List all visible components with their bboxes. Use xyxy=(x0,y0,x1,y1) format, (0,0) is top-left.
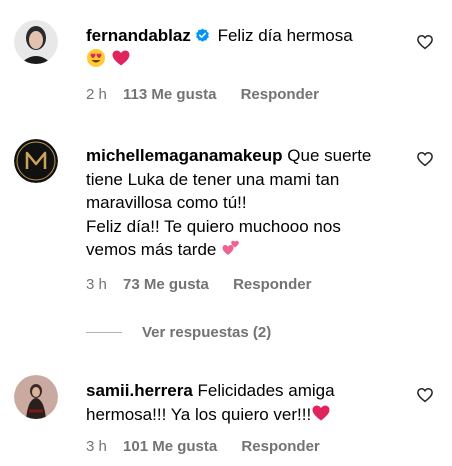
likes-count[interactable]: 73 Me gusta xyxy=(123,276,209,293)
timestamp[interactable]: 2 h xyxy=(86,86,107,103)
view-replies-label: Ver respuestas (2) xyxy=(142,323,272,341)
comment-meta: 2 h 113 Me gusta Responder xyxy=(86,86,319,103)
red-heart-emoji xyxy=(311,403,331,430)
likes-count[interactable]: 101 Me gusta xyxy=(123,438,217,455)
reply-button[interactable]: Responder xyxy=(241,438,319,455)
timestamp[interactable]: 3 h xyxy=(86,438,107,455)
username[interactable]: fernandablaz xyxy=(86,26,191,45)
avatar[interactable] xyxy=(14,139,58,183)
comment-text: maravillosa como tú!! xyxy=(86,193,247,212)
view-replies-button[interactable]: Ver respuestas (2) xyxy=(86,322,271,342)
comment-text: hermosa!!! Ya los quiero ver!!! xyxy=(86,404,312,424)
reply-button[interactable]: Responder xyxy=(233,276,311,293)
likes-count[interactable]: 113 Me gusta xyxy=(123,86,216,103)
reply-button[interactable]: Responder xyxy=(241,86,319,103)
comment-text: Felicidades amiga xyxy=(197,381,335,400)
comment-text: Feliz día hermosa xyxy=(217,26,353,45)
comment-body: samii.herrera Felicidades amiga hermosa!… xyxy=(86,379,402,429)
comment-body: fernandablaz Feliz día hermosa xyxy=(86,24,402,74)
username[interactable]: samii.herrera xyxy=(86,381,193,400)
like-heart-icon[interactable] xyxy=(416,33,434,51)
like-heart-icon[interactable] xyxy=(416,386,434,404)
comment-body: michellemaganamakeup Que suerte tiene Lu… xyxy=(86,144,402,265)
red-heart-emoji xyxy=(111,48,131,75)
heart-eyes-emoji xyxy=(86,48,106,75)
avatar[interactable] xyxy=(14,20,58,64)
verified-badge-icon xyxy=(195,28,210,43)
like-heart-icon[interactable] xyxy=(416,150,434,168)
comment-text: vemos más tarde xyxy=(86,240,217,259)
username[interactable]: michellemaganamakeup xyxy=(86,146,283,165)
avatar[interactable] xyxy=(14,375,58,419)
comment-meta: 3 h 73 Me gusta Responder xyxy=(86,276,311,293)
comment-text: Feliz día!! Te quiero muchooo nos xyxy=(86,216,341,236)
replies-divider xyxy=(86,331,122,333)
timestamp[interactable]: 3 h xyxy=(86,276,107,293)
two-hearts-emoji xyxy=(221,238,241,265)
comment-text: Que suerte xyxy=(287,146,372,165)
comment-meta: 3 h 101 Me gusta Responder xyxy=(86,438,320,455)
comment-text: tiene Luka de tener una mami tan xyxy=(86,169,340,189)
